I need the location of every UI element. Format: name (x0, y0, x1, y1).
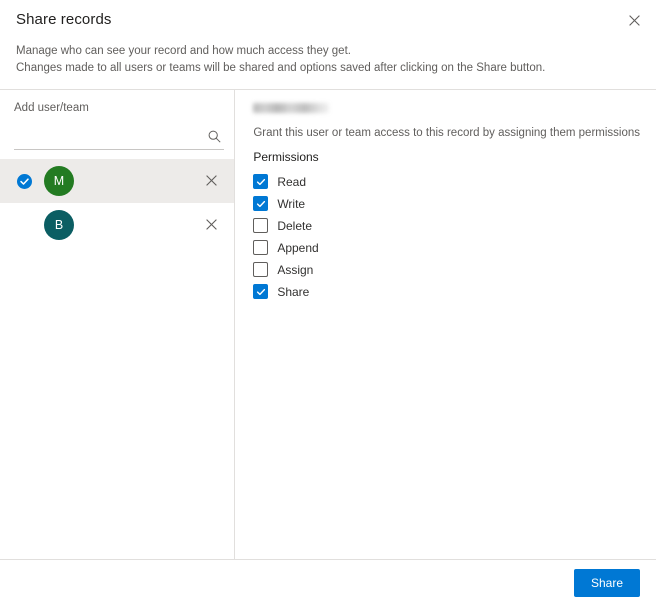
permission-label: Assign (277, 263, 313, 277)
add-user-pane: Add user/team M (0, 90, 235, 559)
permissions-list: Read Write Delete (253, 171, 640, 302)
grant-access-description: Grant this user or team access to this r… (253, 125, 640, 141)
close-button[interactable] (620, 6, 648, 34)
search-field[interactable] (14, 123, 224, 150)
remove-user-button[interactable] (196, 166, 226, 196)
close-icon (206, 218, 217, 233)
permission-label: Read (277, 175, 306, 189)
permission-row-write[interactable]: Write (253, 193, 640, 214)
permission-label: Write (277, 197, 305, 211)
dialog-body: Add user/team M (0, 90, 656, 559)
permission-label: Delete (277, 219, 312, 233)
remove-user-button[interactable] (196, 210, 226, 240)
permission-row-share[interactable]: Share (253, 281, 640, 302)
checkbox-share[interactable] (253, 284, 268, 299)
permission-row-append[interactable]: Append (253, 237, 640, 258)
search-input[interactable] (14, 125, 206, 147)
dialog-header: Share records (0, 0, 656, 30)
permission-label: Share (277, 285, 309, 299)
search-icon[interactable] (206, 128, 222, 144)
description-line-2: Changes made to all users or teams will … (16, 60, 640, 77)
avatar: M (44, 166, 74, 196)
checkbox-assign[interactable] (253, 262, 268, 277)
permission-row-delete[interactable]: Delete (253, 215, 640, 236)
permission-row-assign[interactable]: Assign (253, 259, 640, 280)
add-user-label: Add user/team (0, 90, 234, 116)
avatar: B (44, 210, 74, 240)
close-icon (206, 174, 217, 189)
description-line-1: Manage who can see your record and how m… (16, 43, 640, 60)
avatar-initial: M (54, 174, 64, 188)
checkbox-delete[interactable] (253, 218, 268, 233)
checkbox-append[interactable] (253, 240, 268, 255)
list-item[interactable]: M (0, 159, 234, 203)
permission-label: Append (277, 241, 318, 255)
selected-check-icon (16, 217, 32, 233)
list-item[interactable]: B (0, 203, 234, 247)
user-list: M B (0, 159, 234, 247)
checkbox-write[interactable] (253, 196, 268, 211)
page-title: Share records (16, 10, 640, 30)
checkbox-read[interactable] (253, 174, 268, 189)
selected-user-name (253, 100, 640, 116)
avatar-initial: B (55, 218, 63, 232)
selected-check-icon (16, 173, 32, 189)
dialog-description: Manage who can see your record and how m… (16, 43, 640, 77)
permissions-pane: Grant this user or team access to this r… (235, 90, 656, 559)
permission-row-read[interactable]: Read (253, 171, 640, 192)
share-button[interactable]: Share (574, 569, 640, 597)
permissions-heading: Permissions (253, 150, 640, 164)
close-icon (629, 15, 640, 26)
dialog-footer: Share (0, 560, 656, 606)
